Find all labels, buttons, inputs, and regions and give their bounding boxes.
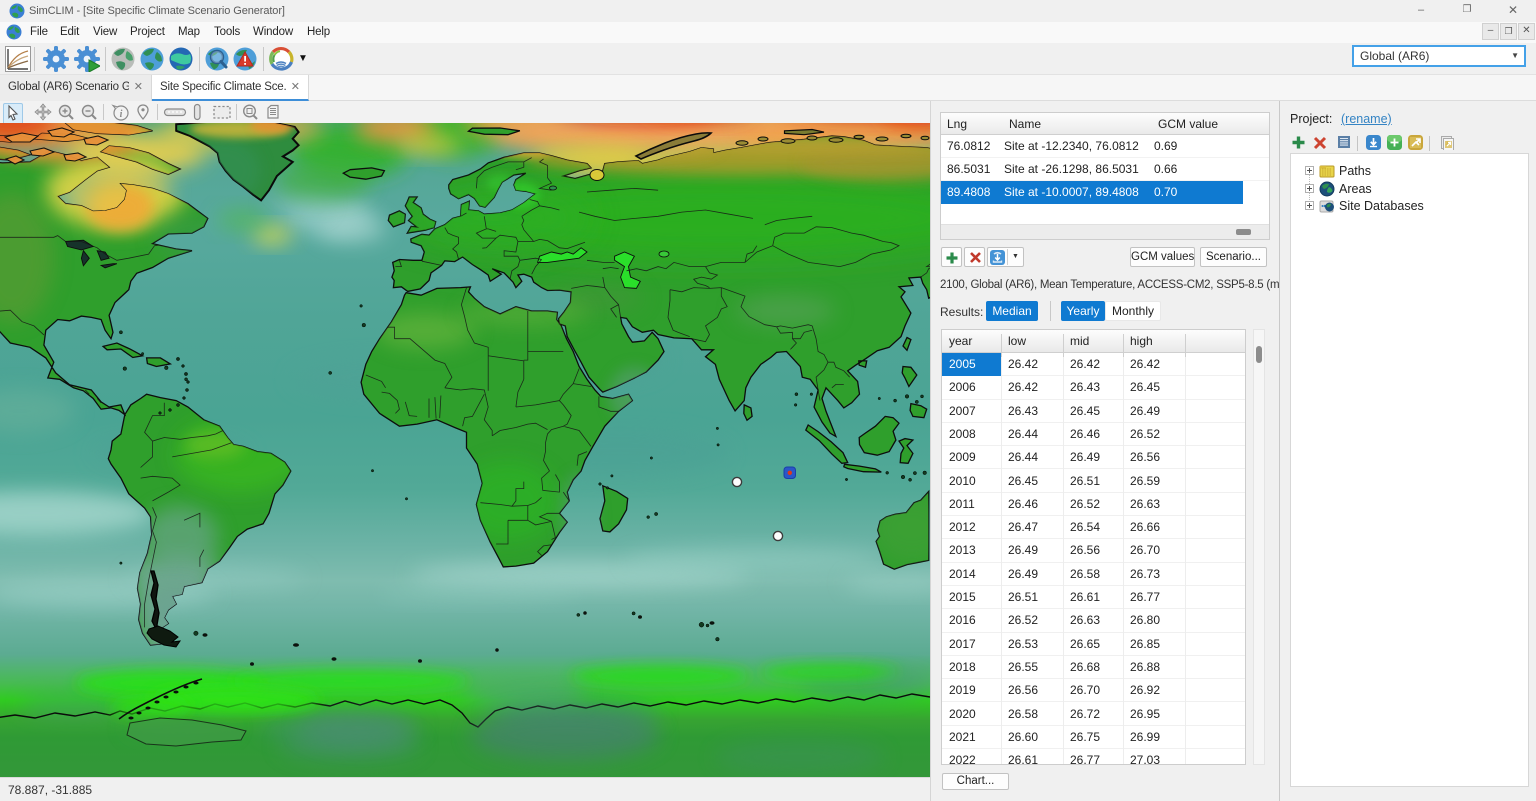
- svg-text:i: i: [120, 109, 123, 120]
